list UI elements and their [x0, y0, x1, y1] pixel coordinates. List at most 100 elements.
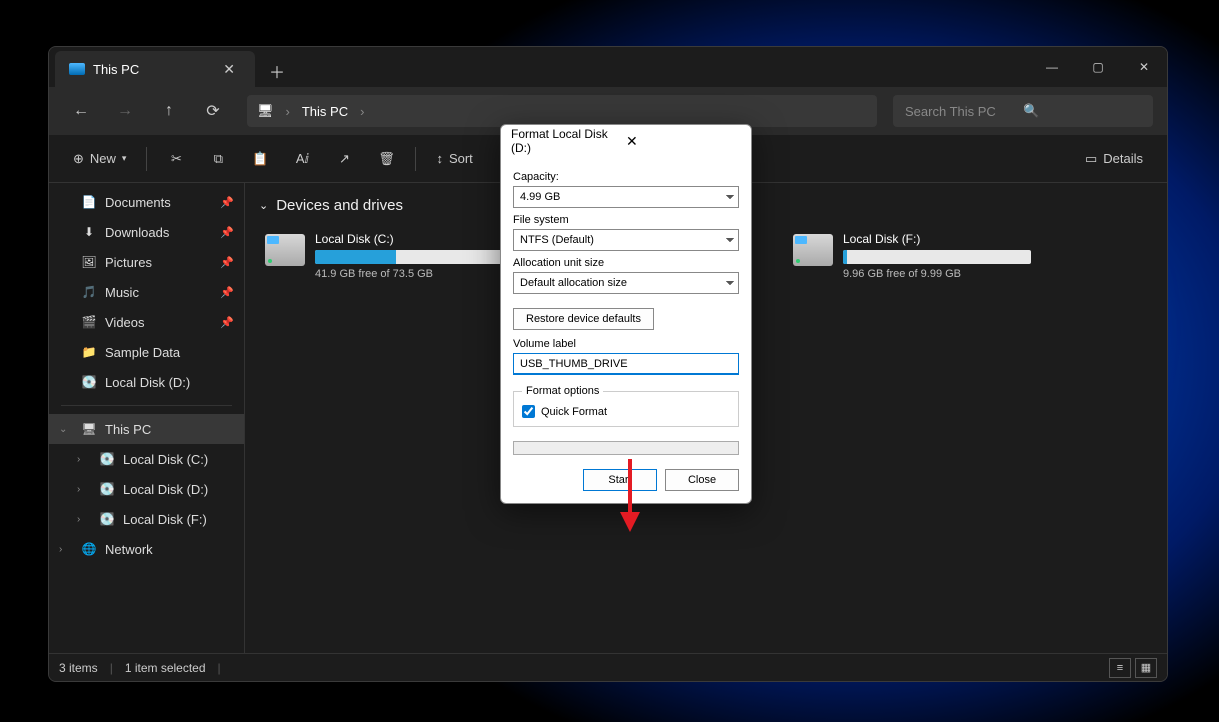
sidebar-item-network[interactable]: ›🌐Network	[49, 534, 244, 564]
start-button[interactable]: Start	[583, 469, 657, 491]
chevron-right-icon: ›	[77, 454, 91, 465]
drive-icon	[265, 234, 305, 266]
capacity-select[interactable]: 4.99 GB	[513, 186, 739, 208]
share-button[interactable]: ↗	[325, 143, 363, 175]
network-icon: 🌐	[81, 541, 97, 557]
sidebar-tree-disk-c[interactable]: ›💽Local Disk (C:)	[49, 444, 244, 474]
music-icon: 🎵	[81, 284, 97, 300]
sort-button[interactable]: ↕ Sort	[426, 143, 482, 175]
details-pane-button[interactable]: ▭ Details	[1075, 143, 1153, 175]
item-count: 3 items	[59, 661, 98, 675]
pin-icon: 📌	[220, 316, 234, 329]
active-tab[interactable]: This PC ✕	[55, 51, 255, 87]
this-pc-icon	[69, 63, 85, 75]
sidebar-item-documents[interactable]: 📄Documents📌	[49, 187, 244, 217]
folder-icon: 📁	[81, 344, 97, 360]
disk-icon: 💽	[81, 374, 97, 390]
this-pc-icon: 🖥	[81, 421, 97, 437]
pin-icon: 📌	[220, 256, 234, 269]
quick-format-input[interactable]	[522, 405, 535, 418]
quick-format-checkbox[interactable]: Quick Format	[522, 405, 730, 418]
maximize-button[interactable]: ▢	[1075, 47, 1121, 87]
sidebar-item-downloads[interactable]: ⬇Downloads📌	[49, 217, 244, 247]
sidebar-item-music[interactable]: 🎵Music📌	[49, 277, 244, 307]
new-tab-button[interactable]: ＋	[255, 47, 299, 87]
sidebar-item-local-disk-d[interactable]: 💽Local Disk (D:)	[49, 367, 244, 397]
search-placeholder: Search This PC	[905, 104, 1023, 119]
scissors-icon: ✂	[171, 151, 182, 167]
videos-icon: 🎬	[81, 314, 97, 330]
drive-item-c[interactable]: Local Disk (C:) 41.9 GB free of 73.5 GB	[259, 226, 509, 286]
up-button[interactable]: ↑	[151, 95, 187, 127]
minimize-button[interactable]: —	[1029, 47, 1075, 87]
close-button[interactable]: Close	[665, 469, 739, 491]
sort-icon: ↕	[436, 151, 443, 166]
allocation-label: Allocation unit size	[513, 257, 739, 269]
volume-label-input[interactable]	[513, 353, 739, 375]
view-large-button[interactable]: ▦	[1135, 658, 1157, 678]
sidebar-tree-disk-d[interactable]: ›💽Local Disk (D:)	[49, 474, 244, 504]
copy-button[interactable]: ⧉	[199, 143, 237, 175]
format-dialog: Format Local Disk (D:) ✕ Capacity: 4.99 …	[500, 124, 752, 504]
refresh-button[interactable]: ⟳	[195, 95, 231, 127]
trash-icon: 🗑	[378, 151, 395, 167]
delete-button[interactable]: 🗑	[367, 143, 405, 175]
pictures-icon: 🖼	[81, 254, 97, 270]
cut-button[interactable]: ✂	[157, 143, 195, 175]
selection-count: 1 item selected	[125, 661, 206, 675]
dialog-title: Format Local Disk (D:)	[511, 127, 620, 155]
panel-icon: ▭	[1085, 151, 1097, 167]
sidebar-item-videos[interactable]: 🎬Videos📌	[49, 307, 244, 337]
restore-defaults-button[interactable]: Restore device defaults	[513, 308, 654, 330]
disk-icon: 💽	[99, 481, 115, 497]
search-input[interactable]: Search This PC 🔍	[893, 95, 1153, 127]
copy-icon: ⧉	[214, 151, 223, 167]
close-tab-icon[interactable]: ✕	[217, 59, 241, 80]
rename-button[interactable]: Aⅈ	[283, 143, 321, 175]
back-button[interactable]: ←	[63, 95, 99, 127]
format-options-group: Format options Quick Format	[513, 385, 739, 427]
drive-icon	[793, 234, 833, 266]
volume-label-label: Volume label	[513, 338, 739, 350]
paste-button[interactable]: 📋	[241, 143, 279, 175]
chevron-down-icon: ▾	[122, 153, 127, 164]
clipboard-icon: 📋	[252, 151, 268, 167]
storage-bar	[315, 250, 503, 264]
sidebar-tree-disk-f[interactable]: ›💽Local Disk (F:)	[49, 504, 244, 534]
chevron-right-icon: ›	[59, 544, 73, 555]
storage-bar	[843, 250, 1031, 264]
chevron-down-icon: ⌄	[59, 424, 73, 435]
forward-button[interactable]: →	[107, 95, 143, 127]
pin-icon: 📌	[220, 226, 234, 239]
download-icon: ⬇	[81, 224, 97, 240]
sidebar-item-pictures[interactable]: 🖼Pictures📌	[49, 247, 244, 277]
address-location: This PC	[302, 104, 348, 119]
chevron-down-icon: ⌄	[259, 199, 268, 212]
view-details-button[interactable]: ≡	[1109, 658, 1131, 678]
pin-icon: 📌	[220, 286, 234, 299]
filesystem-select[interactable]: NTFS (Default)	[513, 229, 739, 251]
dialog-close-button[interactable]: ✕	[620, 131, 741, 152]
monitor-icon: 🖥	[257, 103, 274, 119]
statusbar: 3 items | 1 item selected | ≡ ▦	[49, 653, 1167, 681]
chevron-right-icon: ›	[360, 104, 364, 119]
sidebar-item-sample-data[interactable]: 📁Sample Data	[49, 337, 244, 367]
navigation-sidebar: 📄Documents📌 ⬇Downloads📌 🖼Pictures📌 🎵Musi…	[49, 183, 245, 653]
chevron-right-icon: ›	[77, 514, 91, 525]
disk-icon: 💽	[99, 451, 115, 467]
sidebar-item-this-pc[interactable]: ⌄🖥This PC	[49, 414, 244, 444]
allocation-select[interactable]: Default allocation size	[513, 272, 739, 294]
filesystem-label: File system	[513, 214, 739, 226]
plus-circle-icon: ⊕	[73, 151, 84, 167]
titlebar: This PC ✕ ＋ — ▢ ✕	[49, 47, 1167, 87]
address-bar[interactable]: 🖥 › This PC ›	[247, 95, 877, 127]
chevron-right-icon: ›	[286, 104, 290, 119]
drive-item-f[interactable]: Local Disk (F:) 9.96 GB free of 9.99 GB	[787, 226, 1037, 286]
new-button[interactable]: ⊕ New ▾	[63, 143, 136, 175]
close-window-button[interactable]: ✕	[1121, 47, 1167, 87]
dialog-titlebar[interactable]: Format Local Disk (D:) ✕	[501, 125, 751, 157]
document-icon: 📄	[81, 194, 97, 210]
pin-icon: 📌	[220, 196, 234, 209]
tab-title: This PC	[93, 62, 209, 77]
format-options-legend: Format options	[522, 385, 603, 397]
